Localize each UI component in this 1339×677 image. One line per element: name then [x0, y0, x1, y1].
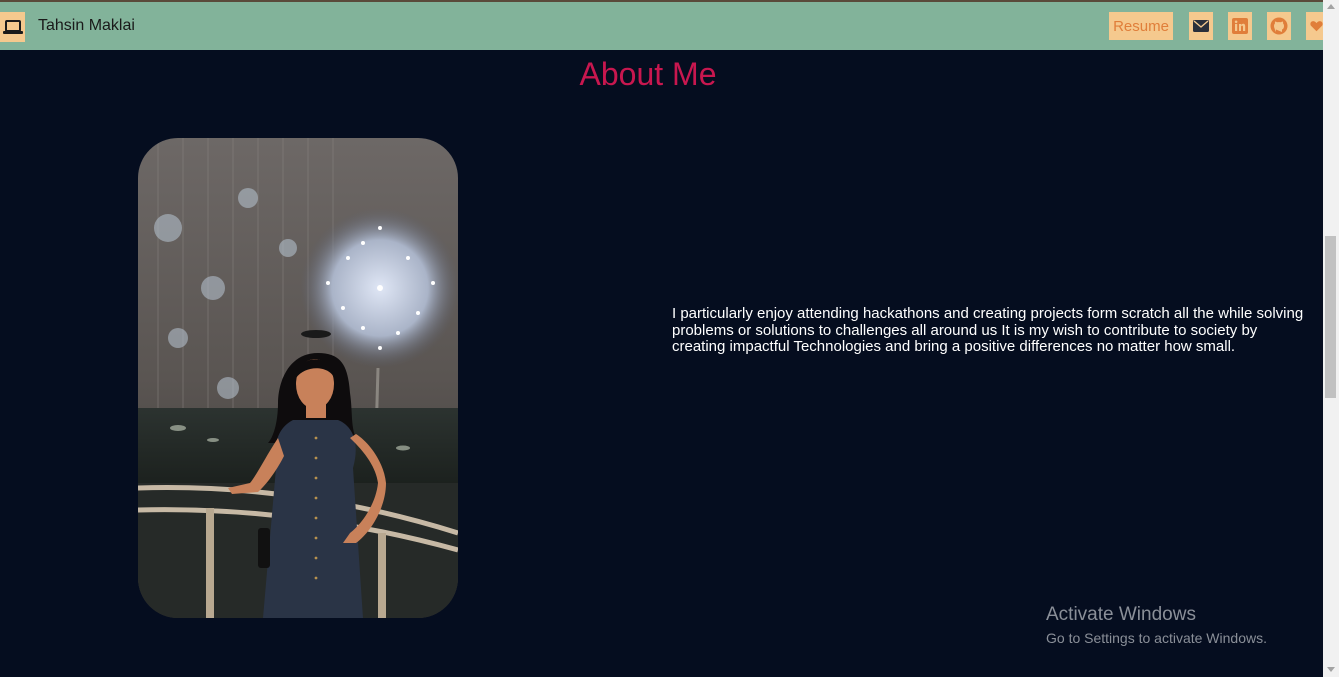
activate-windows-subtitle: Go to Settings to activate Windows. [1046, 630, 1267, 646]
heart-icon[interactable] [1306, 12, 1323, 40]
scroll-up-arrow-icon[interactable] [1327, 4, 1335, 9]
section-title: About Me [579, 56, 717, 92]
navbar: Tahsin Maklai Resume [0, 2, 1323, 50]
profile-photo [138, 138, 458, 618]
linkedin-icon[interactable] [1228, 12, 1252, 40]
laptop-icon[interactable] [0, 12, 25, 42]
resume-button[interactable]: Resume [1109, 12, 1173, 40]
github-icon[interactable] [1267, 12, 1291, 40]
brand-name[interactable]: Tahsin Maklai [38, 17, 135, 35]
scrollbar-thumb[interactable] [1325, 236, 1336, 398]
activate-windows-title: Activate Windows [1046, 604, 1196, 625]
about-text: I particularly enjoy attending hackathon… [672, 305, 1304, 355]
envelope-icon[interactable] [1189, 12, 1213, 40]
scroll-down-arrow-icon[interactable] [1327, 667, 1335, 672]
